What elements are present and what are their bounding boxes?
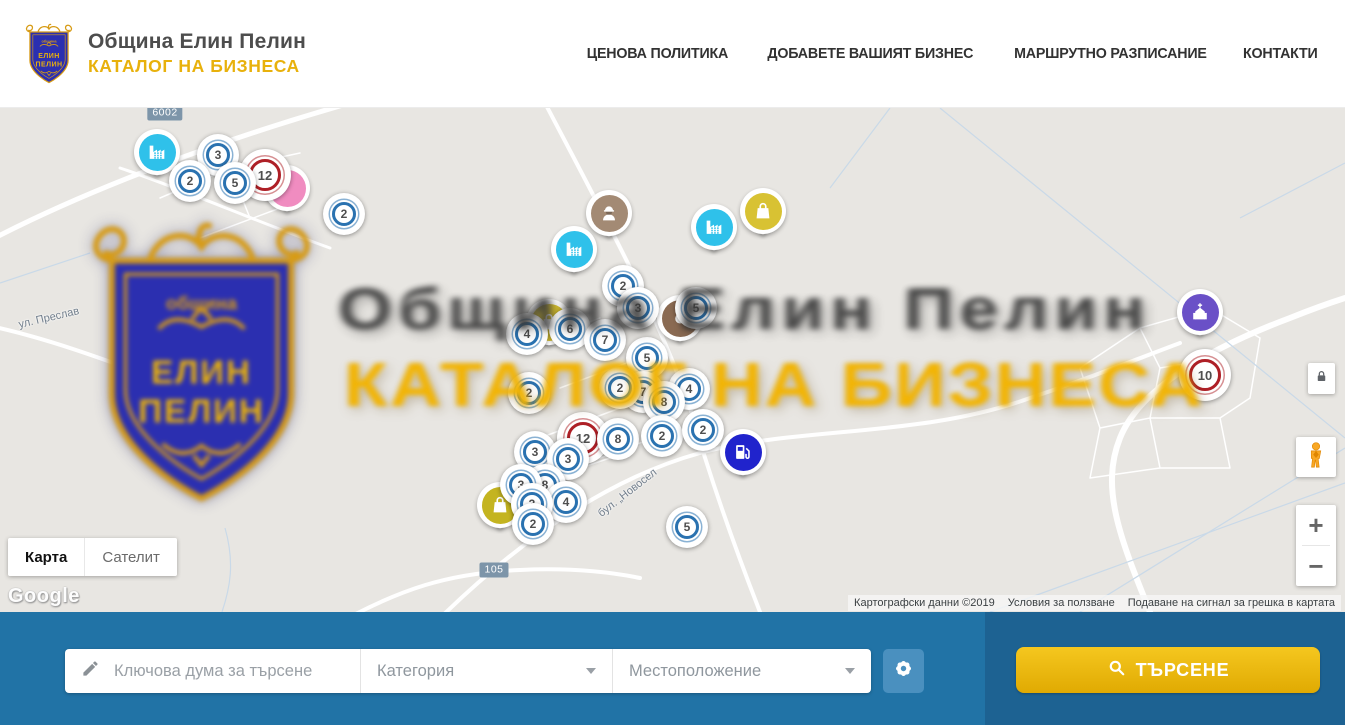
zoom-in-button[interactable]: +: [1296, 505, 1336, 545]
attribution-copyright: Картографски данни ©2019: [854, 597, 995, 609]
location-dropdown[interactable]: Местоположение: [612, 649, 871, 693]
cluster-marker[interactable]: 8: [597, 418, 639, 460]
search-bar-right-panel: ТЪРСЕНЕ: [985, 612, 1345, 725]
cluster-marker[interactable]: 5: [214, 162, 256, 204]
attribution-terms-link[interactable]: Условия за ползване: [1008, 597, 1115, 609]
keyword-field: [65, 649, 360, 693]
attribution-report-error-link[interactable]: Подаване на сигнал за грешка в картата: [1128, 597, 1335, 609]
chevron-down-icon: [845, 668, 855, 674]
nav-route-schedule[interactable]: МАРШРУТНО РАЗПИСАНИЕ: [1014, 45, 1207, 62]
lock-icon: [1314, 367, 1329, 390]
cluster-marker[interactable]: 2: [599, 367, 641, 409]
map-type-control: Карта Сателит: [8, 538, 177, 576]
bag-marker-pin[interactable]: [740, 188, 786, 234]
cluster-marker[interactable]: 2: [169, 160, 211, 202]
cluster-marker[interactable]: 2: [323, 193, 365, 235]
location-dropdown-label: Местоположение: [629, 662, 761, 681]
zoom-out-button[interactable]: −: [1296, 546, 1336, 586]
cluster-marker[interactable]: 2: [641, 415, 683, 457]
search-bar: ТЪРСЕНЕ Категория Местоположение: [0, 612, 1345, 725]
category-dropdown-label: Категория: [377, 662, 454, 681]
svg-text:ЕЛИН: ЕЛИН: [38, 53, 59, 60]
map-attribution: Картографски данни ©2019 Условия за полз…: [848, 595, 1341, 611]
cluster-marker[interactable]: 5: [666, 506, 708, 548]
pencil-icon: [81, 659, 100, 683]
site-subtitle: КАТАЛОГ НА БИЗНЕСА: [88, 56, 306, 77]
municipality-crest-logo: община ЕЛИН ПЕЛИН: [24, 22, 74, 85]
search-button[interactable]: ТЪРСЕНЕ: [1016, 647, 1320, 693]
map-canvas[interactable]: 6002105ул. Преславбул. „Новосел 31225223…: [0, 108, 1345, 612]
nav-contacts[interactable]: КОНТАКТИ: [1243, 45, 1318, 62]
cluster-marker[interactable]: 3: [617, 287, 659, 329]
map-markers: 312252235647527248128223383432510: [0, 108, 1345, 612]
cluster-marker[interactable]: 10: [1179, 349, 1231, 401]
fuel-marker-pin[interactable]: [720, 429, 766, 475]
lock-button[interactable]: [1308, 363, 1335, 394]
gear-icon: [893, 658, 914, 684]
search-button-label: ТЪРСЕНЕ: [1136, 660, 1230, 681]
site-logo[interactable]: община ЕЛИН ПЕЛИН Община Елин Пелин КАТА…: [24, 22, 306, 85]
cluster-marker[interactable]: 7: [584, 319, 626, 361]
street-view-pegman-button[interactable]: [1296, 437, 1336, 477]
category-dropdown[interactable]: Категория: [360, 649, 612, 693]
nav-add-your-business[interactable]: ДОБАВЕТЕ ВАШИЯТ БИЗНЕС: [767, 45, 973, 62]
header: община ЕЛИН ПЕЛИН Община Елин Пелин КАТА…: [0, 0, 1345, 108]
cluster-marker[interactable]: 2: [508, 372, 550, 414]
keyword-input[interactable]: [112, 661, 344, 682]
advanced-search-button[interactable]: [883, 649, 924, 693]
cluster-marker[interactable]: 2: [512, 503, 554, 545]
map-type-satellite-button[interactable]: Сателит: [84, 538, 177, 576]
cluster-marker[interactable]: 2: [682, 409, 724, 451]
zoom-control: + −: [1296, 505, 1336, 586]
search-fields: Категория Местоположение: [65, 649, 871, 693]
church-marker-pin[interactable]: [1177, 289, 1223, 335]
site-title: Община Елин Пелин: [88, 30, 306, 54]
search-icon: [1107, 658, 1126, 682]
nav-pricing-policy[interactable]: ЦЕНОВА ПОЛИТИКА: [587, 45, 728, 62]
map-type-map-button[interactable]: Карта: [8, 538, 84, 576]
svg-text:ПЕЛИН: ПЕЛИН: [36, 61, 63, 68]
chevron-down-icon: [586, 668, 596, 674]
pegman-icon: [1303, 440, 1329, 475]
factory-marker-pin[interactable]: [551, 226, 597, 272]
main-nav: ЦЕНОВА ПОЛИТИКА ДОБАВЕТЕ ВАШИЯТ БИЗНЕС М…: [583, 45, 1320, 62]
cluster-marker[interactable]: 4: [506, 313, 548, 355]
google-logo[interactable]: Google: [8, 585, 80, 608]
page: община ЕЛИН ПЕЛИН Община Елин Пелин КАТА…: [0, 0, 1345, 725]
factory-marker-pin[interactable]: [691, 204, 737, 250]
cluster-marker[interactable]: 5: [675, 287, 717, 329]
